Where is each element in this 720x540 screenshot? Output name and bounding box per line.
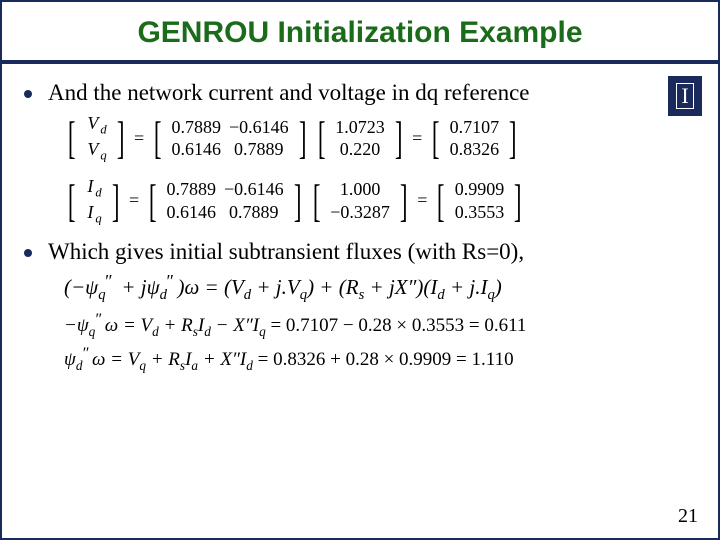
equation-i: [ Id Iq ] = [ 0.7889 0.6146 −0.6146 0.78… bbox=[64, 175, 688, 228]
page-number: 21 bbox=[678, 505, 698, 528]
flux-line-1: (−ψq + jψd )ω = (Vd + j.Vq) + (Rs + jX″)… bbox=[64, 275, 688, 304]
flux-line-3: ψd ω = Vq + RsIa + X″Id = 0.8326 + 0.28 … bbox=[64, 349, 688, 374]
bullet-2: Which gives initial subtransient fluxes … bbox=[24, 239, 688, 265]
flux-line-2: −ψq ω = Vd + RsId − X″Iq = 0.7107 − 0.28… bbox=[64, 315, 688, 340]
logo-letter: I bbox=[676, 83, 693, 109]
content-area: And the network current and voltage in d… bbox=[2, 64, 718, 374]
bullet-1: And the network current and voltage in d… bbox=[24, 80, 688, 106]
logo-icon: I bbox=[668, 76, 702, 116]
bullet-2-text: Which gives initial subtransient fluxes … bbox=[48, 239, 524, 265]
slide: GENROU Initialization Example I And the … bbox=[0, 0, 720, 540]
bullet-dot-icon bbox=[24, 90, 32, 98]
bullet-1-text: And the network current and voltage in d… bbox=[48, 80, 530, 106]
equation-v: [ Vd Vq ] = [ 0.7889 0.6146 −0.6146 0.78… bbox=[64, 112, 688, 165]
bullet-dot-icon bbox=[24, 249, 32, 257]
flux-equations: (−ψq + jψd )ω = (Vd + j.Vq) + (Rs + jX″)… bbox=[64, 275, 688, 374]
slide-title: GENROU Initialization Example bbox=[2, 2, 718, 64]
